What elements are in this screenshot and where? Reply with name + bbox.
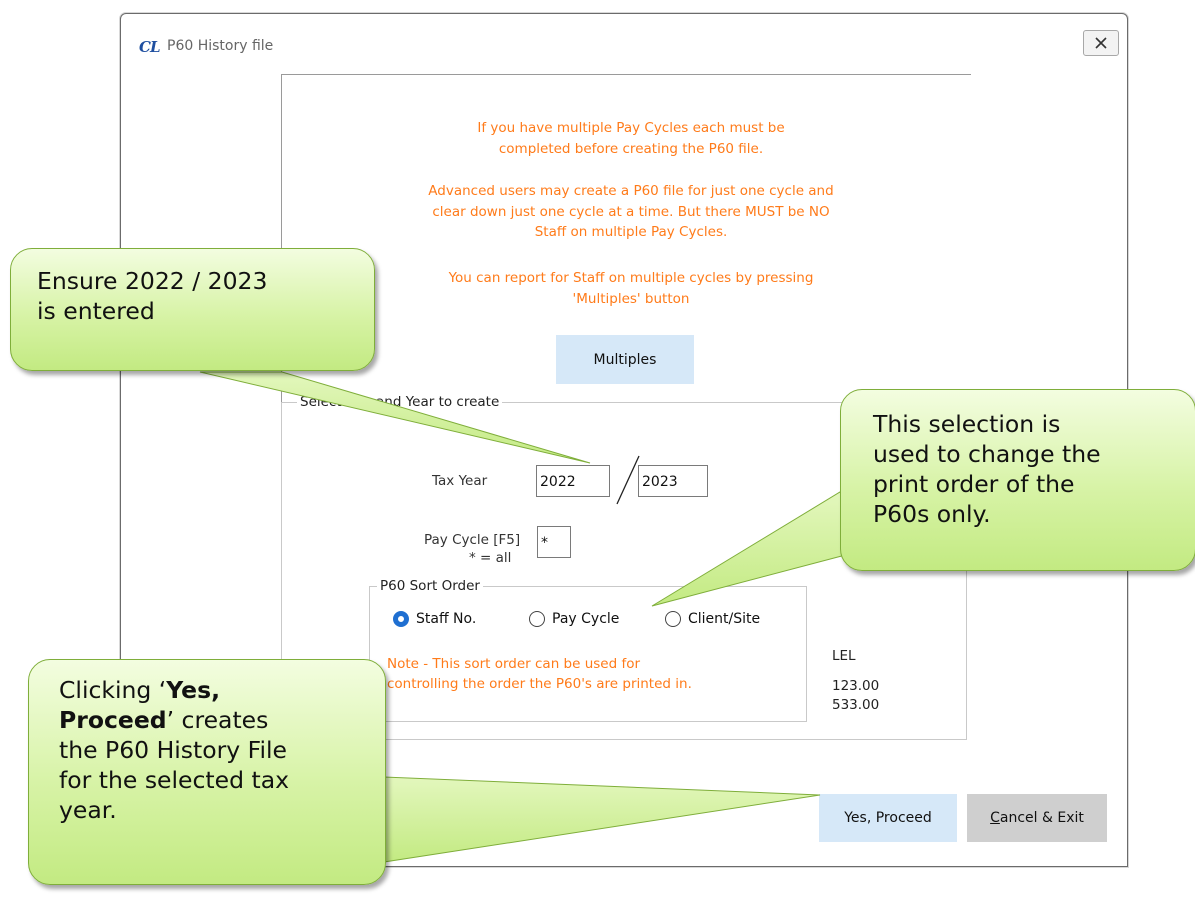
callout-ensure-tax-year: Ensure 2022 / 2023 is entered xyxy=(10,248,375,371)
callout-line: print order of the xyxy=(873,470,1075,498)
callout-line: for the selected tax xyxy=(59,766,290,794)
callout-text: Clicking ‘ xyxy=(59,676,167,704)
callout-bold-text: Proceed xyxy=(59,706,167,734)
callout-line: Clicking ‘Yes, xyxy=(59,675,385,705)
callout-line: used to change the xyxy=(873,440,1101,468)
callout-sort-order-info: This selection is used to change the pri… xyxy=(840,389,1195,571)
callout-pointer-proceed xyxy=(383,776,821,863)
callout-line: is entered xyxy=(37,297,155,325)
callout-bold-text: Yes, xyxy=(166,676,220,704)
callout-yes-proceed-info: Clicking ‘Yes, Proceed’ creates the P60 … xyxy=(28,659,386,885)
callout-line: This selection is xyxy=(873,410,1061,438)
callout-line: Proceed’ creates xyxy=(59,705,385,735)
callout-pointer-tax-year xyxy=(199,371,591,464)
callout-pointer-sort-order xyxy=(651,491,873,607)
callout-line: year. xyxy=(59,796,117,824)
callout-line: P60s only. xyxy=(873,500,991,528)
callout-text: ’ creates xyxy=(166,706,269,734)
callout-line: Ensure 2022 / 2023 xyxy=(37,267,268,295)
callout-line: the P60 History File xyxy=(59,736,287,764)
